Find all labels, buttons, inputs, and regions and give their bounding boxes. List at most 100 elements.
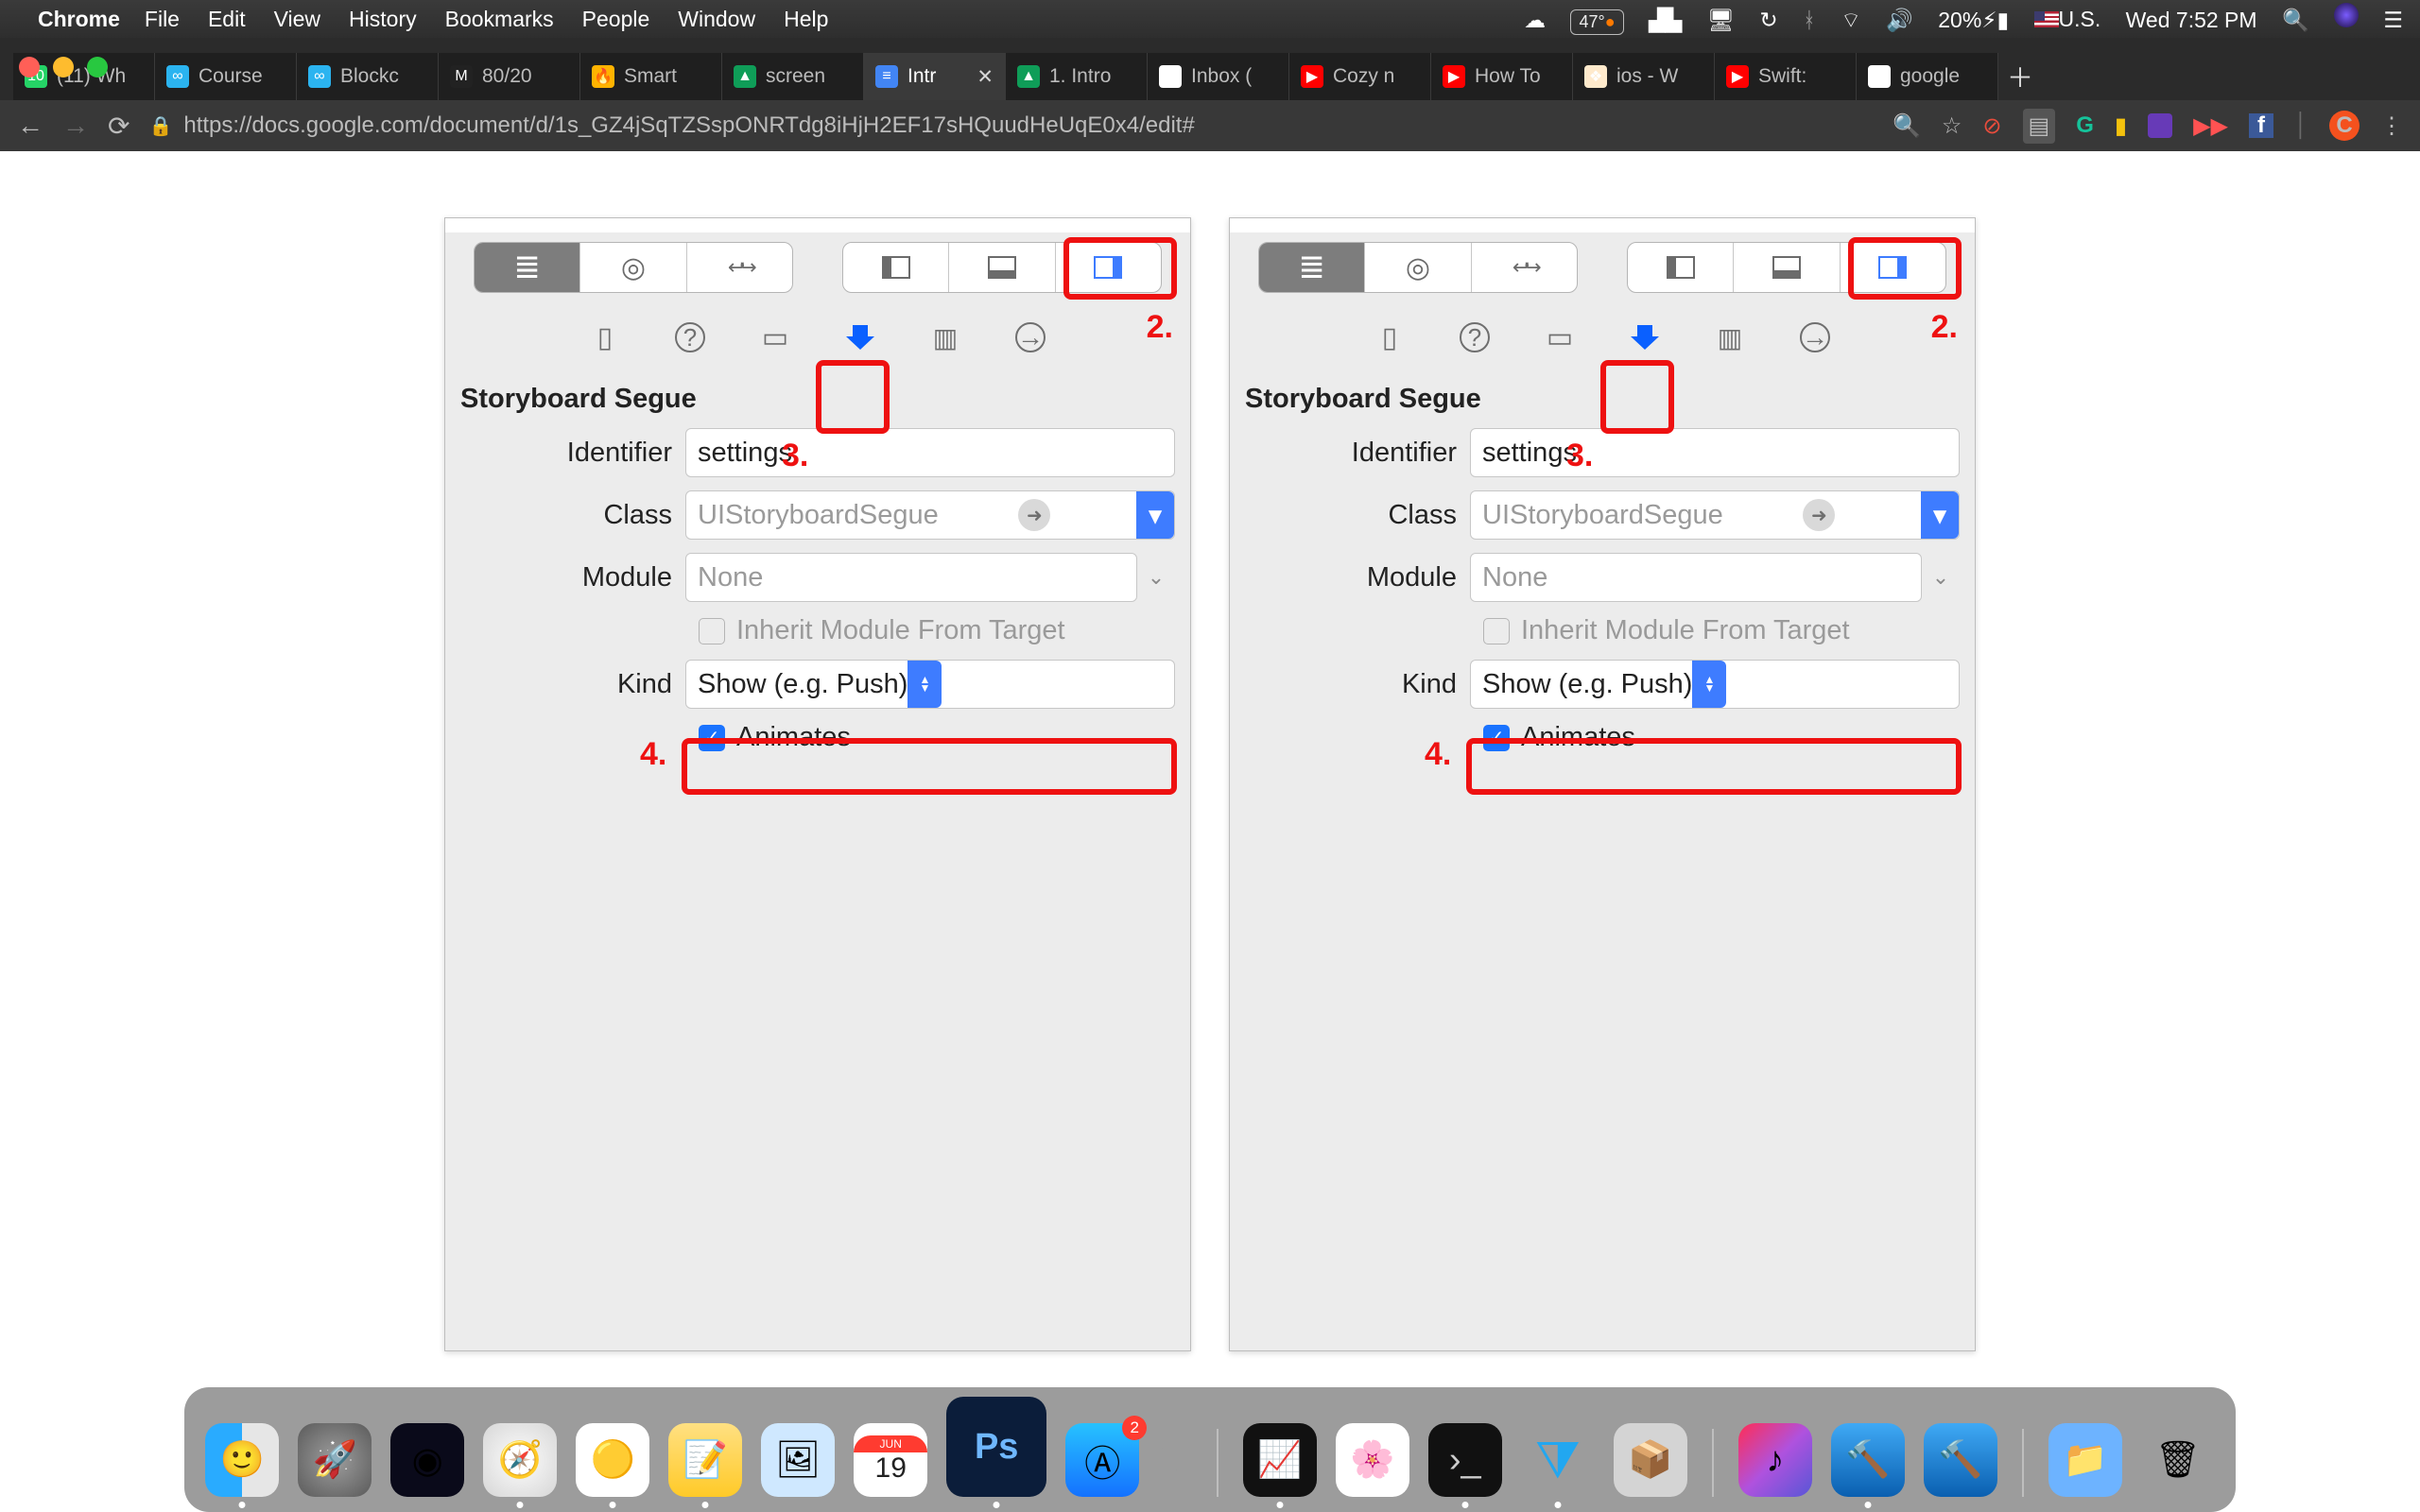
browser-tab[interactable]: ▲1. Intro <box>1006 53 1148 100</box>
cloud-icon[interactable]: ☁︎ <box>1524 8 1546 33</box>
itunes-icon[interactable]: ♪ <box>1738 1423 1812 1497</box>
profile-avatar[interactable]: C <box>2329 111 2360 141</box>
grammarly-icon[interactable]: G <box>2076 112 2094 139</box>
attributes-inspector-icon[interactable] <box>842 319 878 355</box>
trash-icon[interactable]: 🗑 <box>2141 1423 2215 1497</box>
menu-bookmarks[interactable]: Bookmarks <box>445 7 554 32</box>
photos-icon[interactable]: 🌸 <box>1336 1423 1409 1497</box>
finder-icon[interactable]: 🙂 <box>205 1423 279 1497</box>
new-tab-button[interactable]: ＋ <box>1998 53 2042 100</box>
menu-help[interactable]: Help <box>784 7 828 32</box>
vscode-icon[interactable]: ⧩ <box>1521 1423 1595 1497</box>
url-field[interactable]: 🔒 https://docs.google.com/document/d/1s_… <box>148 112 1874 139</box>
module-select[interactable]: None <box>685 553 1137 602</box>
notification-center-icon[interactable]: ☰ <box>2383 8 2403 33</box>
inherit-module-checkbox[interactable]: Inherit Module From Target <box>460 615 1175 646</box>
input-locale[interactable]: U.S. <box>2034 7 2101 32</box>
virtualbox-icon[interactable]: 📦 <box>1614 1423 1687 1497</box>
connections-inspector-icon[interactable] <box>1797 319 1833 355</box>
forward-button[interactable]: → <box>62 111 89 141</box>
extension-icon[interactable]: ⊘ <box>1982 112 2001 140</box>
editor-mode-assistant-icon[interactable] <box>1365 243 1471 292</box>
browser-tab[interactable]: MInbox ( <box>1148 53 1289 100</box>
browser-menu-icon[interactable]: ⋮ <box>2380 112 2403 140</box>
browser-tab[interactable]: ∞Course <box>155 53 297 100</box>
safari-icon[interactable]: 🧭 <box>483 1423 557 1497</box>
connections-inspector-icon[interactable] <box>1012 319 1048 355</box>
menu-window[interactable]: Window <box>678 7 755 32</box>
kind-select[interactable]: Show (e.g. Push)▲▼ <box>685 660 1175 709</box>
help-icon[interactable]: ? <box>1158 1427 1192 1497</box>
photoshop-icon[interactable]: Ps <box>946 1397 1046 1497</box>
menu-edit[interactable]: Edit <box>208 7 246 32</box>
inherit-module-checkbox[interactable]: Inherit Module From Target <box>1245 615 1960 646</box>
chevron-down-icon[interactable]: ⌄ <box>1922 565 1960 590</box>
browser-tab[interactable]: Ggoogle <box>1857 53 1998 100</box>
browser-tab[interactable]: ▶Swift: <box>1715 53 1857 100</box>
siri-icon[interactable] <box>2334 3 2359 27</box>
display-icon[interactable]: 🖥 <box>1707 8 1735 33</box>
animates-checkbox[interactable]: ✓Animates <box>460 722 1175 753</box>
extension-icon[interactable] <box>2148 113 2172 138</box>
jump-to-class-icon[interactable]: ➜ <box>1018 499 1050 531</box>
identity-inspector-icon[interactable] <box>1542 319 1578 355</box>
menu-view[interactable]: View <box>274 7 320 32</box>
minimize-window-button[interactable] <box>53 57 74 77</box>
browser-tab[interactable]: M80/20 <box>439 53 580 100</box>
close-tab-icon[interactable]: ✕ <box>977 65 994 89</box>
chevron-down-icon[interactable]: ⌄ <box>1137 565 1175 590</box>
app-name[interactable]: Chrome <box>38 7 120 32</box>
toggle-navigator-icon[interactable] <box>843 243 949 292</box>
file-inspector-icon[interactable] <box>587 319 623 355</box>
kind-select[interactable]: Show (e.g. Push)▲▼ <box>1470 660 1960 709</box>
siri-dock-icon[interactable]: ◉ <box>390 1423 464 1497</box>
browser-tab[interactable]: ≡Intr✕ <box>864 53 1006 100</box>
menu-history[interactable]: History <box>349 7 417 32</box>
identity-inspector-icon[interactable] <box>757 319 793 355</box>
back-button[interactable]: ← <box>17 111 43 141</box>
size-inspector-icon[interactable] <box>927 319 963 355</box>
editor-mode-standard-icon[interactable] <box>475 243 580 292</box>
spotlight-icon[interactable]: 🔍 <box>2282 8 2309 33</box>
clock[interactable]: Wed 7:52 PM <box>2126 8 2257 33</box>
toggle-inspector-icon[interactable] <box>1056 243 1161 292</box>
attributes-inspector-icon[interactable] <box>1627 319 1663 355</box>
identifier-input[interactable]: settings <box>1470 428 1960 477</box>
identifier-input[interactable]: settings <box>685 428 1175 477</box>
chevron-down-icon[interactable]: ▾ <box>1921 491 1959 539</box>
stepper-icon[interactable]: ▲▼ <box>1692 661 1726 708</box>
calendar-icon[interactable]: JUN 19 <box>854 1423 927 1497</box>
animates-checkbox[interactable]: ✓Animates <box>1245 722 1960 753</box>
editor-mode-version-icon[interactable] <box>687 243 792 292</box>
weather-status[interactable]: 47° ● <box>1570 9 1623 35</box>
size-inspector-icon[interactable] <box>1712 319 1748 355</box>
browser-tab[interactable]: ▲screen <box>722 53 864 100</box>
extension-icon[interactable]: ▶▶ <box>2193 112 2228 140</box>
reload-button[interactable]: ⟳ <box>108 111 130 142</box>
preview-icon[interactable]: 🖼 <box>761 1423 835 1497</box>
terminal-icon[interactable]: ›_ <box>1428 1423 1502 1497</box>
zoom-window-button[interactable] <box>87 57 108 77</box>
browser-tab[interactable]: ❖ios - W <box>1573 53 1715 100</box>
toggle-inspector-icon[interactable] <box>1841 243 1945 292</box>
quickhelp-inspector-icon[interactable] <box>1457 319 1493 355</box>
browser-tab[interactable]: 🔥Smart <box>580 53 722 100</box>
sync-icon[interactable]: ↻ <box>1759 8 1777 33</box>
stepper-icon[interactable]: ▲▼ <box>908 661 942 708</box>
extension-icon[interactable]: ▤ <box>2023 109 2056 144</box>
bookmark-star-icon[interactable]: ☆ <box>1942 112 1962 140</box>
file-inspector-icon[interactable] <box>1372 319 1408 355</box>
editor-mode-assistant-icon[interactable] <box>580 243 686 292</box>
browser-tab[interactable]: ▶How To <box>1431 53 1573 100</box>
extension-icon[interactable]: f <box>2249 113 2273 138</box>
browser-tab[interactable]: ∞Blockc <box>297 53 439 100</box>
close-window-button[interactable] <box>19 57 40 77</box>
extension-icon[interactable]: ▮ <box>2115 112 2127 140</box>
toggle-debug-icon[interactable] <box>949 243 1055 292</box>
menu-extra-icon[interactable]: ▟▙ <box>1649 8 1682 33</box>
chrome-icon[interactable]: 🟡 <box>576 1423 649 1497</box>
jump-to-class-icon[interactable]: ➜ <box>1803 499 1835 531</box>
browser-tab[interactable]: ▶Cozy n <box>1289 53 1431 100</box>
activity-monitor-icon[interactable]: 📈 <box>1243 1423 1317 1497</box>
bluetooth-icon[interactable]: ᚼ <box>1803 8 1816 33</box>
